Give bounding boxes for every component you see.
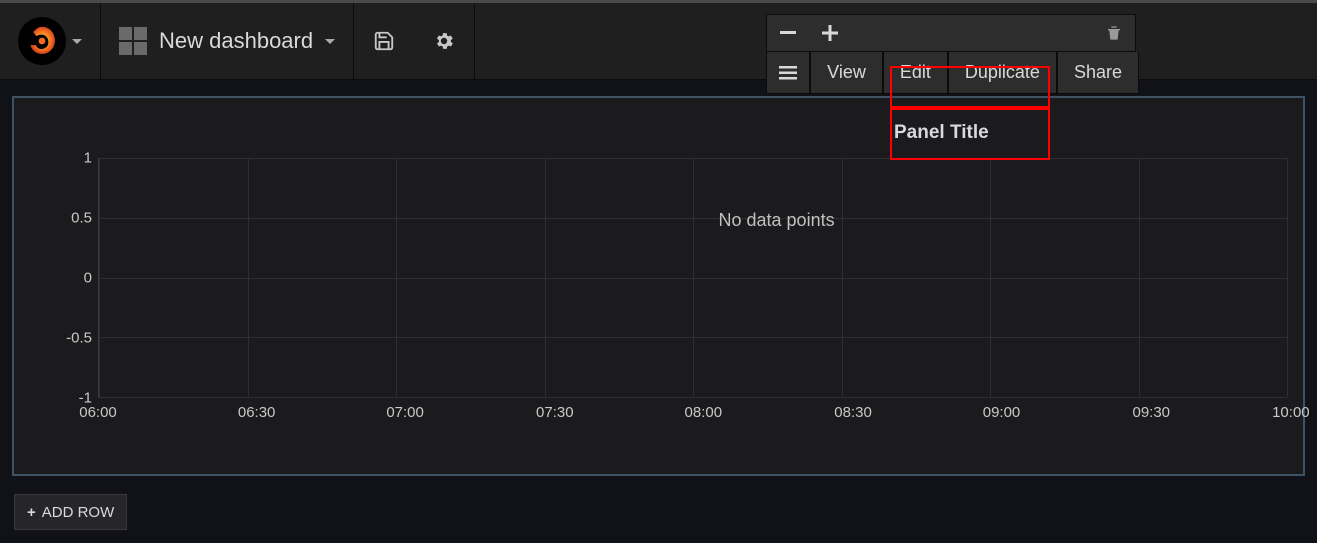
chart-area: 1 0.5 0 -0.5 -1 06:00 06:30 07:00 07:30 … [24, 106, 1293, 474]
y-tick: 0.5 [42, 210, 92, 227]
dashboard-icon [119, 27, 147, 55]
row-collapse-button[interactable] [767, 15, 809, 51]
x-tick: 08:30 [834, 404, 872, 421]
panel-menu-button[interactable] [766, 52, 810, 94]
panel-edit-label: Edit [900, 62, 931, 83]
x-tick: 09:30 [1132, 404, 1170, 421]
panel-share-tab[interactable]: Share [1057, 52, 1139, 94]
delete-row-button[interactable] [1093, 15, 1135, 51]
save-icon [373, 30, 395, 52]
dashboard-picker[interactable]: New dashboard [101, 3, 353, 79]
panel-actions: View Edit Duplicate Share [766, 52, 1139, 94]
save-button[interactable] [354, 3, 414, 79]
minus-icon [780, 31, 796, 35]
x-tick: 06:30 [238, 404, 276, 421]
add-panel-button[interactable] [809, 15, 851, 51]
x-tick: 06:00 [79, 404, 117, 421]
settings-button[interactable] [414, 3, 474, 79]
grafana-logo [18, 17, 66, 65]
hamburger-icon [779, 66, 797, 80]
x-tick: 08:00 [685, 404, 723, 421]
gear-icon [433, 30, 455, 52]
trash-icon [1106, 24, 1122, 42]
grafana-logo-icon [25, 24, 59, 58]
x-tick: 07:30 [536, 404, 574, 421]
panel-duplicate-label: Duplicate [965, 62, 1040, 83]
panel-row-controls [766, 14, 1136, 52]
panel-duplicate-tab[interactable]: Duplicate [948, 52, 1057, 94]
add-row-label: ADD ROW [42, 504, 115, 521]
panel-view-label: View [827, 62, 866, 83]
plot-area[interactable] [98, 158, 1287, 398]
app-menu[interactable] [0, 3, 101, 79]
add-row-button[interactable]: + ADD ROW [14, 494, 127, 530]
app-menu-caret-icon [72, 39, 82, 44]
no-data-message: No data points [719, 210, 835, 231]
plus-icon [822, 25, 838, 41]
panel-menu: View Edit Duplicate Share [766, 14, 1139, 94]
dashboard-name: New dashboard [159, 28, 313, 54]
panel-edit-tab[interactable]: Edit [883, 52, 948, 94]
x-tick: 09:00 [983, 404, 1021, 421]
dashboard-caret-icon [325, 39, 335, 44]
y-tick: 1 [42, 150, 92, 167]
graph-panel[interactable]: Panel Title 1 0.5 0 -0.5 -1 06:00 0 [12, 96, 1305, 476]
y-tick: -0.5 [42, 330, 92, 347]
x-tick: 07:00 [386, 404, 424, 421]
panel-view-tab[interactable]: View [810, 52, 883, 94]
x-tick: 10:00 [1272, 404, 1310, 421]
panel-share-label: Share [1074, 62, 1122, 83]
plus-icon: + [27, 504, 36, 521]
y-tick: 0 [42, 270, 92, 287]
